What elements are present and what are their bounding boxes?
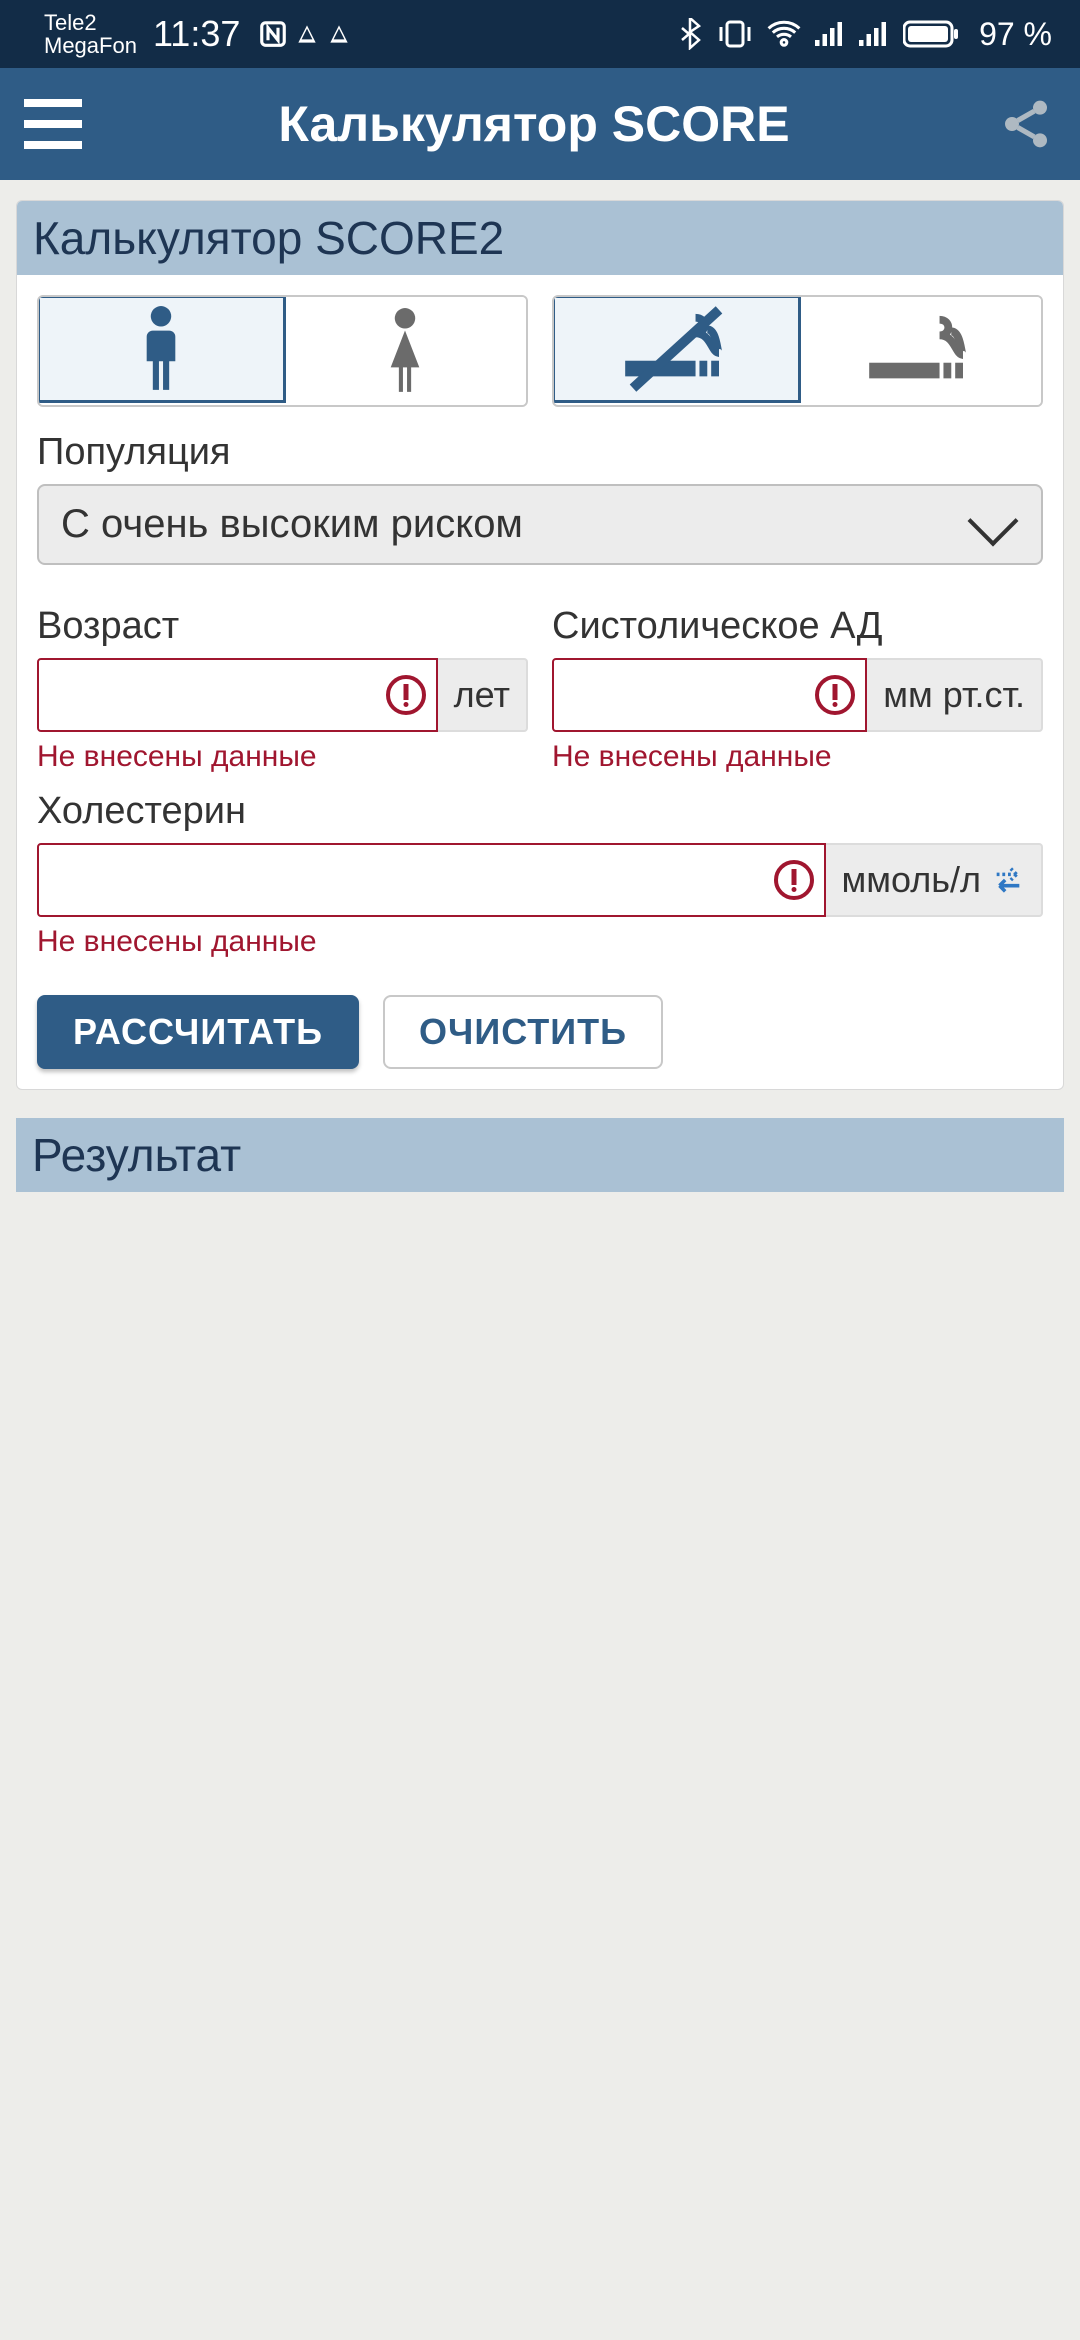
- chol-unit-toggle[interactable]: ммоль/л: [826, 843, 1044, 917]
- app-title: Калькулятор SCORE: [72, 95, 996, 153]
- gender-male-button[interactable]: [37, 295, 286, 403]
- gender-female-button[interactable]: [284, 297, 527, 405]
- bp-unit: мм рт.ст.: [867, 658, 1043, 732]
- section-title: Калькулятор SCORE2: [17, 201, 1063, 275]
- calculate-button[interactable]: РАССЧИТАТЬ: [37, 995, 359, 1069]
- chol-input[interactable]: [37, 843, 826, 917]
- age-field: Возраст лет Не внесены данные: [37, 605, 528, 774]
- population-value: С очень высоким риском: [61, 502, 975, 547]
- clock: 11:37: [153, 13, 240, 55]
- non-smoker-button[interactable]: [552, 295, 801, 403]
- toggle-row: [37, 295, 1043, 407]
- female-icon: [380, 306, 430, 396]
- smoking-icon: [860, 308, 980, 394]
- age-unit: лет: [438, 658, 528, 732]
- smoking-toggle: [552, 295, 1043, 407]
- smoker-button[interactable]: [799, 297, 1042, 405]
- carrier-2: MegaFon: [44, 34, 137, 57]
- signal-icon-2: [859, 21, 889, 47]
- chol-field: ммоль/л Не внесены данные: [37, 843, 1043, 959]
- status-left-icons: [258, 19, 352, 49]
- page-content: Калькулятор SCORE2: [0, 180, 1080, 1212]
- male-icon: [136, 304, 186, 394]
- bp-field: Систолическое АД мм рт.ст. Не внесены да…: [552, 605, 1043, 774]
- calculator-card: Калькулятор SCORE2: [16, 200, 1064, 1090]
- status-bar-left: Tele2 MegaFon 11:37: [44, 11, 352, 57]
- no-smoking-icon: [616, 306, 736, 392]
- population-label: Популяция: [37, 431, 1043, 474]
- battery-icon: [903, 20, 959, 48]
- swap-icon: [991, 865, 1025, 895]
- carrier-labels: Tele2 MegaFon: [44, 11, 137, 57]
- bp-label: Систолическое АД: [552, 605, 1043, 648]
- age-error: Не внесены данные: [37, 740, 528, 774]
- age-bp-row: Возраст лет Не внесены данные Систоличес…: [37, 605, 1043, 774]
- status-bar-right: 97 %: [679, 16, 1052, 53]
- form-body: Популяция С очень высоким риском Возраст…: [17, 275, 1063, 1089]
- bluetooth-icon: [679, 18, 703, 50]
- button-row: РАССЧИТАТЬ ОЧИСТИТЬ: [37, 995, 1043, 1069]
- data-icon-2: [326, 21, 352, 47]
- age-input[interactable]: [37, 658, 438, 732]
- vibrate-icon: [717, 19, 753, 49]
- nfc-icon: [258, 19, 288, 49]
- battery-text: 97 %: [979, 16, 1052, 53]
- app-bar: Калькулятор SCORE: [0, 68, 1080, 180]
- chevron-down-icon: [968, 495, 1019, 546]
- signal-icon-1: [815, 21, 845, 47]
- wifi-icon: [767, 20, 801, 48]
- error-icon: [386, 675, 426, 715]
- chol-unit-label: ммоль/л: [842, 859, 982, 901]
- status-bar: Tele2 MegaFon 11:37 97 %: [0, 0, 1080, 68]
- gender-toggle: [37, 295, 528, 407]
- error-icon: [774, 860, 814, 900]
- carrier-1: Tele2: [44, 11, 137, 34]
- bp-error: Не внесены данные: [552, 740, 1043, 774]
- population-select[interactable]: С очень высоким риском: [37, 484, 1043, 565]
- clear-button[interactable]: ОЧИСТИТЬ: [383, 995, 663, 1069]
- chol-error: Не внесены данные: [37, 925, 1043, 959]
- result-section-title: Результат: [16, 1118, 1064, 1192]
- bp-input[interactable]: [552, 658, 867, 732]
- chol-label: Холестерин: [37, 790, 1043, 833]
- error-icon: [815, 675, 855, 715]
- data-icon-1: [294, 21, 320, 47]
- age-label: Возраст: [37, 605, 528, 648]
- share-button[interactable]: [996, 96, 1056, 152]
